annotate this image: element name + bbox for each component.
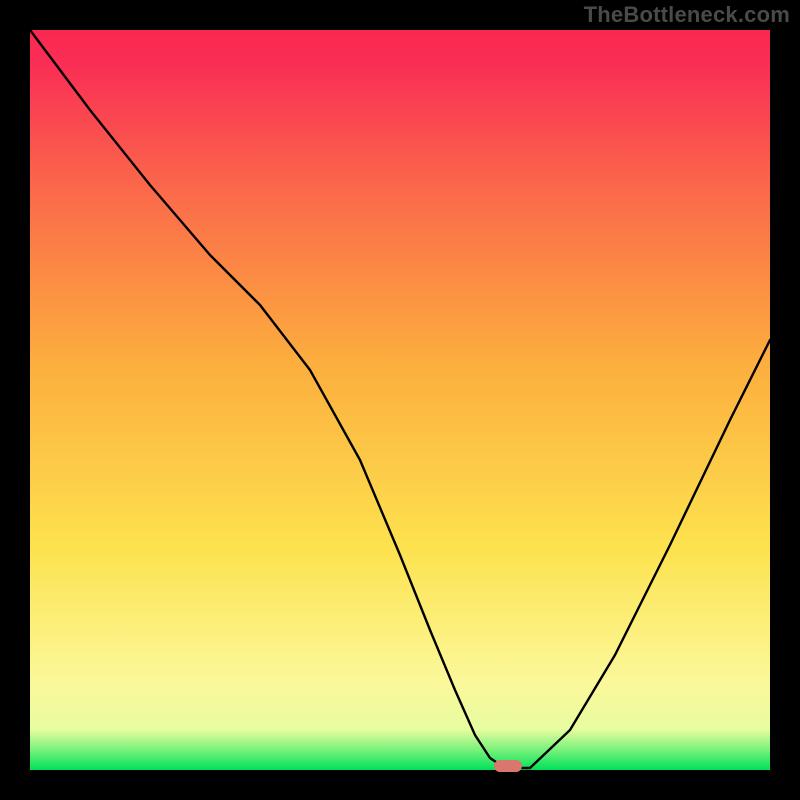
chart-frame: TheBottleneck.com xyxy=(0,0,800,800)
plot-background xyxy=(30,30,770,770)
watermark-text: TheBottleneck.com xyxy=(584,2,790,28)
optimal-marker xyxy=(494,760,522,772)
bottleneck-chart xyxy=(0,0,800,800)
